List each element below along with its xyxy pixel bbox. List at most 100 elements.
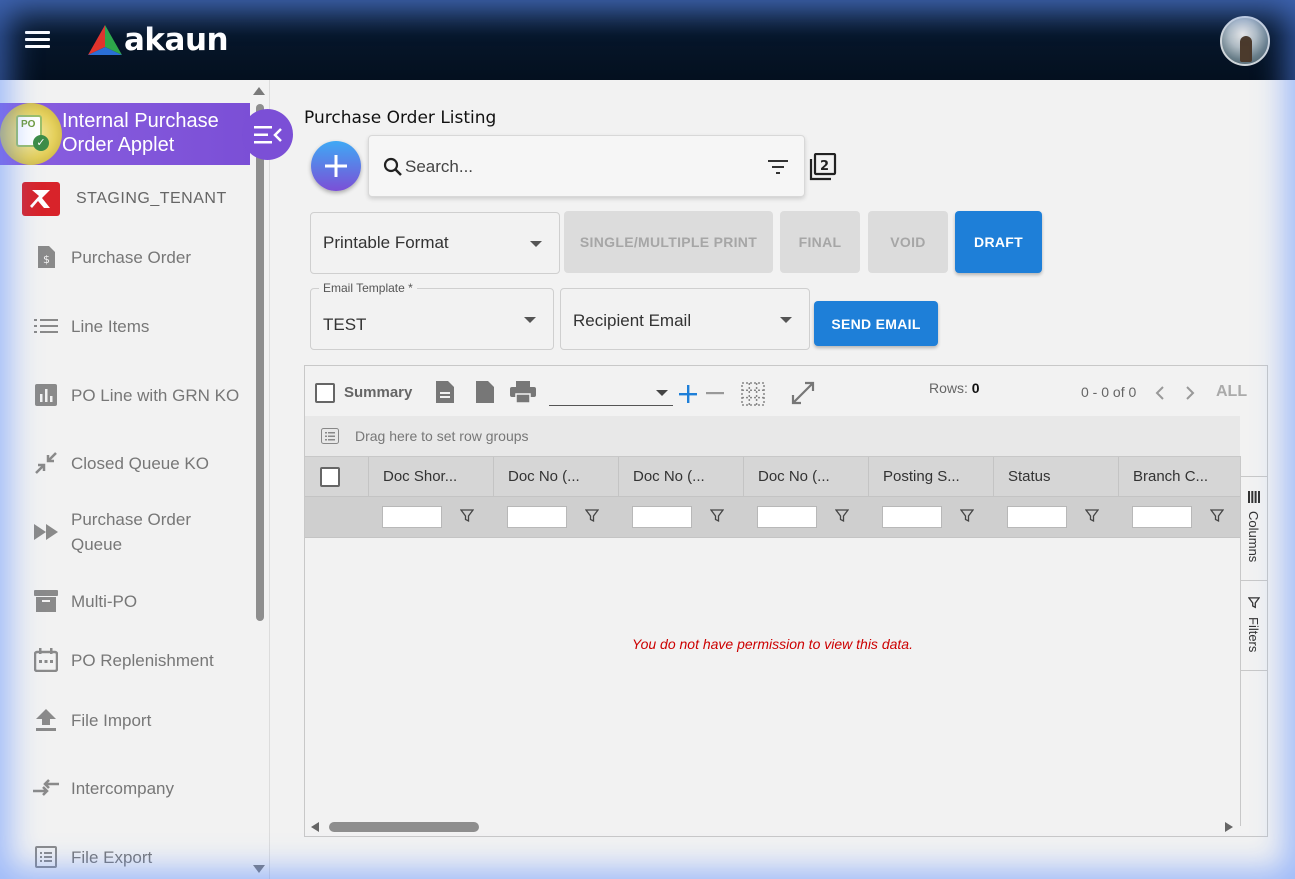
- next-page-icon[interactable]: [1185, 385, 1195, 401]
- brand-name: akaun: [124, 22, 229, 58]
- column-header[interactable]: Doc No (...: [493, 457, 618, 497]
- sidebar-scrollbar[interactable]: [256, 104, 264, 621]
- sidebar-item-file-export[interactable]: File Export: [33, 844, 152, 870]
- filter-icon[interactable]: [1085, 509, 1099, 523]
- multi-select-icon[interactable]: 2: [809, 153, 837, 181]
- chevron-down-icon: [524, 317, 536, 323]
- column-filter-input[interactable]: [1132, 506, 1192, 528]
- svg-text:$: $: [43, 253, 50, 266]
- sidebar-item-purchase-order[interactable]: $ Purchase Order: [33, 244, 191, 270]
- grid-view-select[interactable]: [549, 378, 673, 406]
- filter-icon[interactable]: [460, 509, 474, 523]
- column-filter-input[interactable]: [382, 506, 442, 528]
- printable-format-select[interactable]: Printable Format: [310, 212, 560, 274]
- search-box: [368, 135, 805, 197]
- sidebar-item-file-import[interactable]: File Import: [33, 707, 151, 733]
- grid-select-icon[interactable]: [741, 382, 765, 406]
- sidebar-item-po-line-grn[interactable]: PO Line with GRN KO: [33, 382, 239, 408]
- column-filter-input[interactable]: [757, 506, 817, 528]
- sidebar-item-multi-po[interactable]: Multi-PO: [33, 588, 137, 614]
- filter-icon[interactable]: [960, 509, 974, 523]
- column-header[interactable]: Branch C...: [1118, 457, 1240, 497]
- document-icon[interactable]: [435, 380, 455, 404]
- column-header[interactable]: Doc No (...: [618, 457, 743, 497]
- sidebar: PO ✓ Internal Purchase Order Applet STAG…: [0, 80, 270, 879]
- filter-icon: [1248, 597, 1260, 609]
- collapse-sidebar-button[interactable]: [242, 109, 293, 160]
- grid-scroll-thumb[interactable]: [329, 822, 479, 832]
- filter-icon[interactable]: [710, 509, 724, 523]
- applet-header[interactable]: PO ✓ Internal Purchase Order Applet: [0, 103, 250, 165]
- calendar-icon: [33, 647, 59, 673]
- row-group-bar[interactable]: Drag here to set row groups: [305, 416, 1240, 456]
- void-button[interactable]: VOID: [868, 211, 948, 273]
- summary-label: Summary: [344, 384, 413, 401]
- column-filter-input[interactable]: [882, 506, 942, 528]
- rows-count: Rows: 0: [929, 380, 980, 396]
- fast-forward-icon: [33, 519, 59, 545]
- email-template-select[interactable]: Email Template * TEST: [310, 281, 554, 350]
- prev-page-icon[interactable]: [1155, 385, 1165, 401]
- filter-list-icon[interactable]: [768, 160, 788, 174]
- expand-plus-icon[interactable]: [678, 384, 698, 404]
- grid-toolbar: Summary Rows: 0 0 - 0 of 0 ALL: [305, 366, 1267, 416]
- grid-horizontal-scrollbar[interactable]: [305, 816, 1240, 836]
- filter-icon[interactable]: [1210, 509, 1224, 523]
- grid-filter-row: [305, 496, 1240, 538]
- list-icon: [33, 313, 59, 339]
- send-email-button[interactable]: SEND EMAIL: [814, 301, 938, 346]
- user-avatar[interactable]: [1220, 16, 1270, 66]
- hamburger-icon[interactable]: [25, 31, 50, 49]
- columns-tab[interactable]: Columns: [1241, 476, 1268, 581]
- final-button[interactable]: FINAL: [780, 211, 860, 273]
- dollar-document-icon: $: [33, 244, 59, 270]
- search-icon: [383, 157, 402, 176]
- sidebar-scroll-down[interactable]: [253, 865, 265, 873]
- scroll-right-icon[interactable]: [1225, 822, 1233, 832]
- column-header[interactable]: Doc Shor...: [368, 457, 493, 497]
- page-title: Purchase Order Listing: [304, 108, 497, 128]
- akaun-logo-icon: [88, 25, 122, 55]
- sidebar-item-line-items[interactable]: Line Items: [33, 313, 149, 339]
- sidebar-item-closed-queue-ko[interactable]: Closed Queue KO: [33, 450, 209, 476]
- column-header[interactable]: Doc No (...: [743, 457, 868, 497]
- list-document-icon: [33, 844, 59, 870]
- print-icon[interactable]: [510, 381, 536, 403]
- row-group-icon: [321, 428, 339, 444]
- grid-side-panel: Columns Filters: [1240, 456, 1268, 826]
- filter-icon[interactable]: [585, 509, 599, 523]
- add-button[interactable]: [311, 141, 361, 191]
- sidebar-item-po-replenishment[interactable]: PO Replenishment: [33, 647, 214, 673]
- recipient-email-select[interactable]: Recipient Email: [560, 288, 810, 350]
- filter-icon[interactable]: [835, 509, 849, 523]
- plus-icon: [325, 155, 347, 177]
- select-all-checkbox[interactable]: [320, 467, 340, 487]
- tenant-selector[interactable]: STAGING_TENANT: [22, 182, 227, 216]
- draft-button[interactable]: DRAFT: [955, 211, 1042, 273]
- svg-text:2: 2: [820, 159, 829, 174]
- column-filter-input[interactable]: [632, 506, 692, 528]
- permission-message: You do not have permission to view this …: [632, 636, 913, 652]
- upload-icon: [33, 707, 59, 733]
- scroll-left-icon[interactable]: [311, 822, 319, 832]
- column-header[interactable]: Posting S...: [868, 457, 993, 497]
- column-filter-input[interactable]: [1007, 506, 1067, 528]
- filters-tab[interactable]: Filters: [1241, 581, 1268, 671]
- collapse-minus-icon[interactable]: [706, 392, 724, 395]
- data-grid: Summary Rows: 0 0 - 0 of 0 ALL Drag here…: [304, 365, 1268, 837]
- columns-icon: [1248, 491, 1260, 503]
- brand-logo[interactable]: akaun: [88, 22, 229, 58]
- show-all-button[interactable]: ALL: [1216, 383, 1247, 401]
- fullscreen-icon[interactable]: [791, 381, 815, 405]
- single-multiple-print-button[interactable]: SINGLE/MULTIPLE PRINT: [564, 211, 773, 273]
- column-header[interactable]: Status: [993, 457, 1118, 497]
- search-input[interactable]: [405, 154, 755, 180]
- summary-checkbox[interactable]: [315, 383, 335, 403]
- column-filter-input[interactable]: [507, 506, 567, 528]
- collapse-arrows-icon: [33, 450, 59, 476]
- sidebar-scroll-up[interactable]: [253, 87, 265, 95]
- sidebar-item-po-queue[interactable]: Purchase Order Queue: [33, 507, 191, 557]
- menu-collapse-icon: [253, 125, 282, 143]
- blank-document-icon[interactable]: [475, 380, 495, 404]
- sidebar-item-intercompany[interactable]: Intercompany: [33, 775, 174, 801]
